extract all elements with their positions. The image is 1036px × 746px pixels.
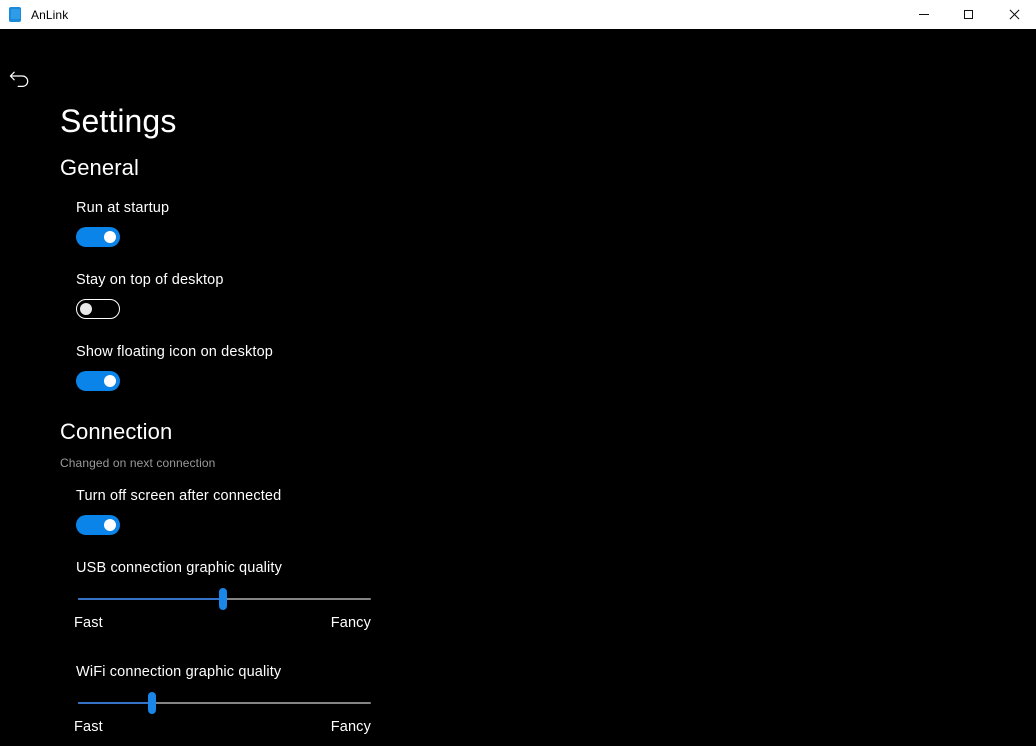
window-controls — [901, 0, 1036, 29]
close-icon — [1008, 9, 1019, 20]
setting-label-stay-on-top: Stay on top of desktop — [76, 272, 224, 288]
titlebar-left-group: AnLink — [0, 7, 68, 22]
setting-label-turn-off-screen: Turn off screen after connected — [76, 488, 282, 504]
slider-max-label-usb: Fancy — [330, 615, 371, 631]
minimize-icon — [918, 14, 929, 15]
setting-label-show-floating-icon: Show floating icon on desktop — [76, 344, 274, 360]
toggle-knob — [104, 231, 116, 243]
toggle-turn-off-screen[interactable] — [76, 515, 120, 535]
minimize-button[interactable] — [901, 0, 946, 29]
toggle-knob — [80, 303, 92, 315]
setting-label-usb-quality: USB connection graphic quality — [76, 560, 283, 576]
slider-fill — [78, 702, 153, 704]
toggle-show-floating-icon[interactable] — [76, 371, 120, 391]
slider-thumb[interactable] — [148, 692, 157, 714]
toggle-knob — [104, 519, 116, 531]
slider-fill — [78, 598, 224, 600]
phone-icon — [9, 7, 21, 22]
section-heading-general: General — [60, 155, 139, 180]
slider-usb-quality[interactable] — [78, 585, 371, 613]
setting-label-run-at-startup: Run at startup — [76, 200, 170, 216]
toggle-run-at-startup[interactable] — [76, 227, 120, 247]
toggle-stay-on-top[interactable] — [76, 299, 120, 319]
maximize-icon — [964, 10, 973, 19]
slider-wifi-quality[interactable] — [78, 689, 371, 717]
settings-content: Settings General Run at startup Stay on … — [0, 29, 1036, 746]
setting-label-wifi-quality: WiFi connection graphic quality — [76, 664, 282, 680]
section-note-connection: Changed on next connection — [60, 456, 216, 470]
maximize-button[interactable] — [946, 0, 991, 29]
window-titlebar: AnLink — [0, 0, 1036, 29]
app-title: AnLink — [31, 7, 69, 22]
toggle-knob — [104, 375, 116, 387]
settings-page: Settings General Run at startup Stay on … — [0, 29, 1036, 746]
page-title: Settings — [60, 103, 177, 139]
close-button[interactable] — [991, 0, 1036, 29]
slider-max-label-wifi: Fancy — [330, 719, 371, 735]
section-heading-connection: Connection — [60, 419, 173, 444]
slider-thumb[interactable] — [219, 588, 228, 610]
